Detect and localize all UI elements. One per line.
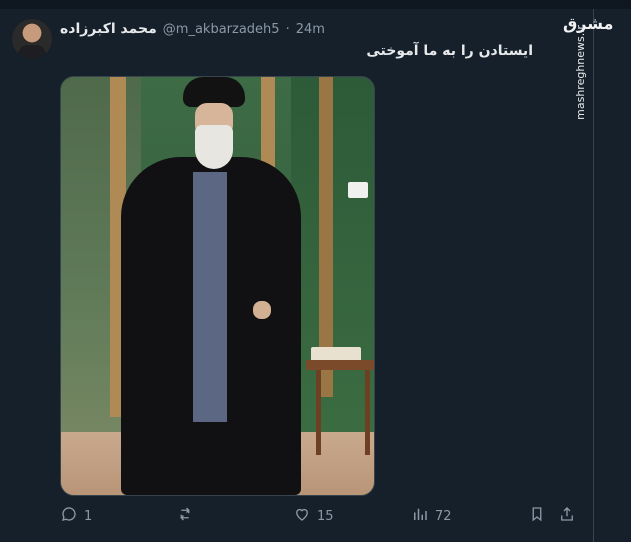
bookmark-button[interactable] <box>528 506 546 526</box>
views-icon <box>411 505 429 527</box>
tweet-photo[interactable] <box>60 76 375 496</box>
avatar-suit <box>18 45 46 59</box>
watermark-url: mashreghnews.ir <box>573 25 587 120</box>
tweet-card[interactable]: محمد اکبرزاده @m_akbarzadeh5 · 24m ایستا… <box>0 9 594 542</box>
share-button[interactable] <box>558 506 576 526</box>
photo-lamp <box>348 182 368 198</box>
tweet-header: محمد اکبرزاده @m_akbarzadeh5 · 24m <box>60 19 325 39</box>
photo-figure-hand <box>253 301 271 319</box>
mashregh-watermark: مشرق mashreghnews.ir <box>563 2 613 126</box>
reply-icon <box>60 505 78 527</box>
tweet-text: ایستادن را به ما آموختی <box>366 43 533 59</box>
share-icon <box>558 505 576 527</box>
tweet-actions: 1 15 72 <box>60 506 584 526</box>
author-name[interactable]: محمد اکبرزاده <box>60 21 157 37</box>
photo-table-leg <box>365 370 370 455</box>
photo-figure-beard <box>195 125 233 169</box>
like-count: 15 <box>317 508 334 524</box>
reply-count: 1 <box>84 508 93 524</box>
photo-table <box>306 360 374 370</box>
retweet-icon <box>176 505 194 527</box>
top-border <box>0 0 631 9</box>
like-button[interactable]: 15 <box>293 506 334 526</box>
avatar[interactable] <box>12 19 52 59</box>
heart-icon <box>293 505 311 527</box>
bookmark-icon <box>528 505 546 527</box>
tweet-time[interactable]: 24m <box>296 22 325 37</box>
author-handle[interactable]: @m_akbarzadeh5 <box>163 22 280 37</box>
view-count: 72 <box>435 508 452 524</box>
photo-figure-inner-garment <box>193 172 227 422</box>
views-button[interactable]: 72 <box>411 506 452 526</box>
reply-button[interactable]: 1 <box>60 506 92 526</box>
meta-separator: · <box>285 21 290 37</box>
watermark-logo: مشرق <box>563 14 614 33</box>
photo-books <box>311 347 361 361</box>
retweet-button[interactable] <box>176 506 200 526</box>
photo-table-leg <box>316 370 321 455</box>
